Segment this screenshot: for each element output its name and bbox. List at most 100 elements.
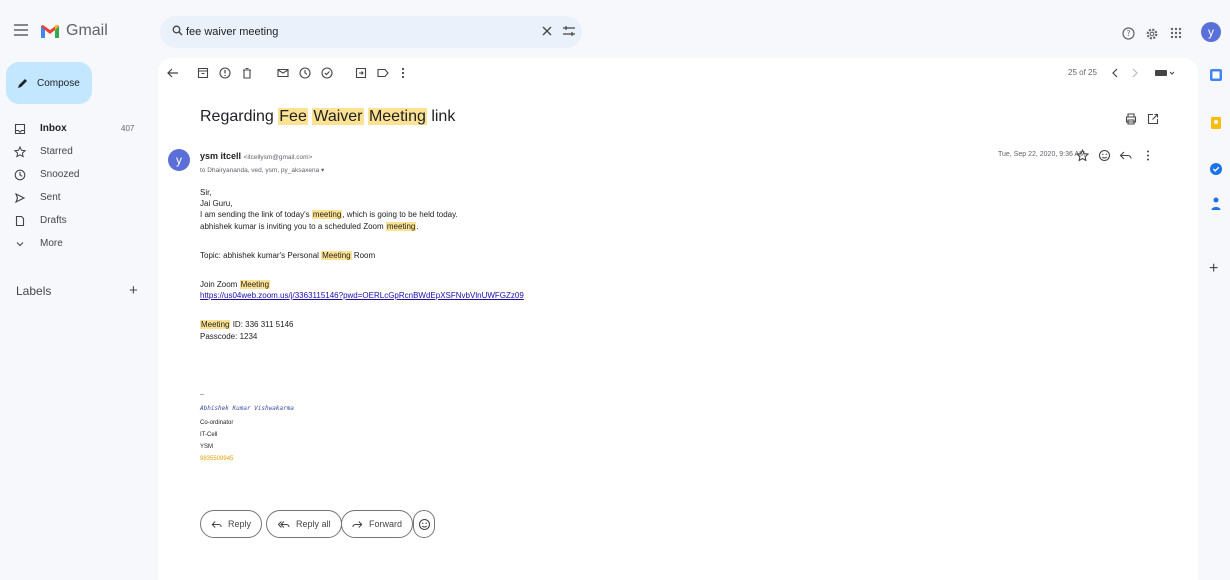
mark-unread-icon[interactable] [276, 66, 290, 80]
open-in-new-window-icon[interactable] [1146, 112, 1160, 126]
sender-email: <itcellysm@gmail.com> [243, 154, 313, 161]
archive-icon[interactable] [196, 66, 210, 80]
main-menu-icon[interactable] [12, 21, 30, 39]
body-text: Room [351, 251, 376, 260]
signature-title: Co-ordinator [200, 420, 234, 426]
sidebar-item-drafts[interactable]: Drafts [0, 211, 150, 230]
help-icon[interactable]: ? [1122, 27, 1135, 40]
forward-arrow-icon [352, 519, 363, 530]
sidebar-item-label: More [40, 238, 63, 249]
inbox-count: 407 [121, 124, 135, 133]
reply-arrow-icon [211, 519, 222, 530]
calendar-icon[interactable] [1209, 68, 1223, 82]
gmail-logo[interactable]: Gmail [40, 22, 108, 40]
body-text: ID: 336 311 5146 [230, 320, 294, 329]
subject-highlight: Waiver [312, 108, 364, 125]
signature-org: YSM [200, 444, 214, 450]
clock-icon [14, 169, 26, 181]
compose-label: Compose [37, 77, 80, 89]
svg-text:?: ? [1127, 29, 1131, 38]
body-meeting-id: Meeting ID: 336 311 5146 [200, 320, 293, 329]
body-topic: Topic: abhishek kumar's Personal Meeting… [200, 251, 375, 260]
report-spam-icon[interactable] [218, 66, 232, 80]
add-label-button[interactable]: + [129, 282, 138, 299]
body-greeting: Sir, [200, 188, 212, 197]
sender-info: ysm itcell <itcellysm@gmail.com> [200, 151, 312, 161]
body-text: Join Zoom [200, 280, 240, 289]
chevron-down-icon [14, 238, 26, 250]
body-highlight: meeting [385, 222, 417, 231]
star-icon [14, 145, 26, 158]
add-reaction-emoji-icon[interactable] [1098, 149, 1111, 162]
subject-highlight: Fee [278, 108, 308, 125]
print-icon[interactable] [1124, 112, 1138, 126]
pencil-icon [16, 77, 29, 90]
google-apps-icon[interactable] [1170, 27, 1182, 39]
body-text: Topic: abhishek kumar's Personal [200, 251, 322, 260]
subject-text: link [426, 108, 456, 125]
sidebar-item-more[interactable]: More [0, 234, 150, 253]
body-text: , which is going to be held today. [342, 210, 458, 219]
move-to-icon[interactable] [354, 66, 368, 80]
message-more-options-icon[interactable] [1144, 149, 1152, 162]
signature-phone: 9835509945 [200, 456, 234, 462]
reply-all-button[interactable]: Reply all [266, 510, 342, 538]
sidebar-item-inbox[interactable]: Inbox 407 [0, 119, 150, 138]
pagination-count: 25 of 25 [1068, 68, 1097, 77]
delete-trash-icon[interactable] [240, 66, 254, 80]
zoom-link-line: https://us04web.zoom.us/j/3363115146?pwd… [200, 291, 524, 300]
reply-arrow-icon[interactable] [1119, 149, 1132, 162]
tasks-icon[interactable] [1209, 162, 1223, 176]
sender-name[interactable]: ysm itcell [200, 151, 241, 161]
body-highlight: meeting [311, 210, 343, 219]
sidebar-item-label: Inbox [40, 123, 67, 134]
search-options-icon[interactable] [562, 24, 576, 38]
forward-button[interactable]: Forward [341, 510, 414, 538]
keep-icon[interactable] [1209, 116, 1223, 130]
reply-button[interactable]: Reply [200, 510, 263, 538]
add-to-tasks-icon[interactable] [320, 66, 334, 80]
inbox-icon [14, 123, 26, 135]
body-text: abhishek kumar is inviting you to a sche… [200, 222, 386, 231]
settings-gear-icon[interactable] [1145, 27, 1159, 41]
subject-text: Regarding [200, 108, 279, 125]
body-line: I am sending the link of today's meeting… [200, 210, 458, 219]
labels-heading: Labels [16, 284, 52, 298]
sidebar-item-snoozed[interactable]: Snoozed [0, 165, 150, 184]
account-avatar[interactable]: y [1201, 22, 1221, 42]
newer-chevron-icon[interactable] [1110, 66, 1120, 80]
signature-name: Abhishek Kumar Vishwakarma [200, 405, 294, 412]
body-highlight: Meeting [200, 320, 231, 329]
snooze-clock-icon[interactable] [298, 66, 312, 80]
recipients-dropdown[interactable]: to Dhairyananda, ved, ysm, py_aksaxena ▾ [200, 166, 324, 174]
body-text: . [416, 222, 419, 231]
input-tools-keyboard-icon[interactable] [1154, 66, 1174, 80]
sidebar-item-label: Starred [40, 146, 73, 157]
body-line: abhishek kumar is inviting you to a sche… [200, 222, 419, 231]
body-highlight: Meeting [321, 251, 352, 260]
signature-dashes: -- [200, 392, 204, 398]
zoom-meeting-link[interactable]: https://us04web.zoom.us/j/3363115146?pwd… [200, 291, 524, 300]
emoji-icon [418, 518, 431, 531]
body-join: Join Zoom Meeting [200, 280, 271, 289]
search-bar[interactable]: fee waiver meeting [160, 16, 582, 48]
search-input[interactable]: fee waiver meeting [186, 26, 278, 38]
get-addons-plus-icon[interactable]: + [1209, 260, 1218, 278]
reply-all-label: Reply all [296, 519, 331, 529]
more-options-icon[interactable] [398, 66, 408, 80]
gmail-app: Gmail fee waiver meeting ? y Compose Inb… [0, 0, 1230, 580]
older-chevron-icon[interactable] [1130, 66, 1140, 80]
star-icon[interactable] [1076, 149, 1089, 162]
search-icon[interactable] [172, 25, 183, 36]
label-tag-icon[interactable] [376, 66, 390, 80]
sidebar-item-starred[interactable]: Starred [0, 142, 150, 161]
contacts-icon[interactable] [1209, 196, 1223, 212]
back-arrow-icon[interactable] [166, 66, 180, 80]
clear-search-icon[interactable] [540, 24, 554, 38]
gmail-wordmark: Gmail [66, 22, 108, 39]
sender-avatar[interactable]: y [168, 149, 190, 171]
sidebar-item-sent[interactable]: Sent [0, 188, 150, 207]
compose-button[interactable]: Compose [6, 62, 92, 104]
emoji-reaction-button[interactable] [413, 510, 435, 538]
send-icon [14, 192, 26, 204]
